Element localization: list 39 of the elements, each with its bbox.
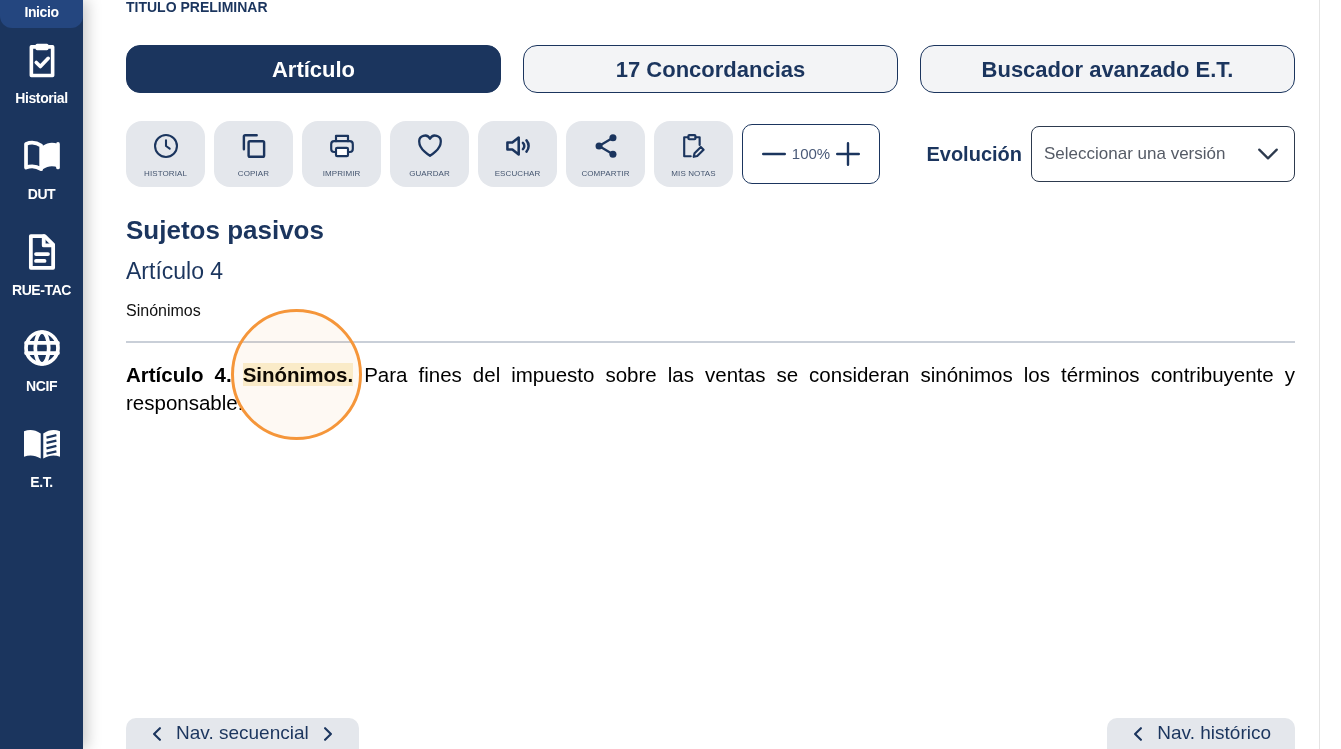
- article-title: Artículo 4: [126, 257, 224, 286]
- globe-icon: [23, 330, 60, 366]
- printer-icon: [329, 134, 354, 158]
- clipboard-pencil-icon: [681, 134, 706, 158]
- sidebar-item[interactable]: DUT: [0, 124, 83, 220]
- save-button[interactable]: GUARDAR: [390, 121, 469, 187]
- share-button[interactable]: COMPARTIR: [566, 121, 645, 187]
- zoom-out-button[interactable]: [761, 152, 786, 156]
- tab[interactable]: 17 Concordancias: [523, 45, 898, 93]
- sidebar-item[interactable]: NCIF: [0, 316, 83, 412]
- open-book-icon: [23, 138, 60, 174]
- share-icon: [593, 134, 618, 158]
- print-button[interactable]: IMPRIMIR: [302, 121, 381, 187]
- copy-icon: [241, 134, 266, 158]
- copy-button[interactable]: COPIAR: [214, 121, 293, 187]
- sidebar-item[interactable]: E.T.: [0, 412, 83, 508]
- section-title: Sujetos pasivos: [126, 214, 324, 247]
- listen-button[interactable]: ESCUCHAR: [478, 121, 557, 187]
- nav-button[interactable]: Nav. histórico: [1107, 718, 1295, 749]
- sidebar-item[interactable]: RUE-TAC: [0, 220, 83, 316]
- sidebar-item[interactable]: Inicio: [0, 0, 83, 28]
- history-button[interactable]: HISTORIAL: [126, 121, 205, 187]
- tab[interactable]: Buscador avanzado E.T.: [920, 45, 1295, 93]
- field-label: Evolución: [926, 142, 1022, 167]
- minus-icon: [761, 152, 786, 156]
- notes-button[interactable]: MIS NOTAS: [654, 121, 733, 187]
- heart-icon: [417, 134, 442, 158]
- nav-button[interactable]: Nav. secuencial: [126, 718, 359, 749]
- speaker-icon: [505, 134, 530, 158]
- tab[interactable]: Artículo: [126, 45, 501, 93]
- breadcrumb: TITULO PRELIMINAR: [126, 0, 268, 14]
- clock-icon: [153, 134, 178, 158]
- chevron-left-icon: [150, 726, 164, 741]
- zoom-level: 100%: [791, 143, 831, 164]
- version-select[interactable]: Seleccionar una versión: [1031, 126, 1295, 182]
- zoom-in-button[interactable]: [836, 142, 861, 166]
- article-subtitle: Sinónimos: [126, 301, 201, 321]
- plus-icon: [836, 142, 861, 166]
- sidebar-item[interactable]: Historial: [0, 28, 83, 124]
